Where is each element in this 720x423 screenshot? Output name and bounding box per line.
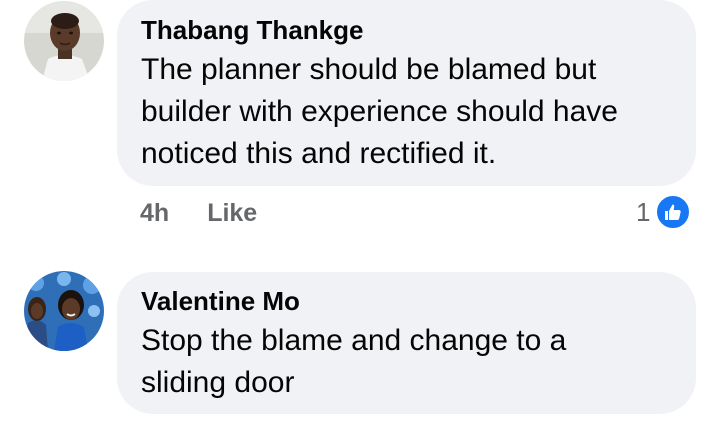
avatar[interactable] — [24, 1, 104, 81]
avatar[interactable] — [24, 271, 104, 351]
reaction-count: 1 — [636, 197, 651, 227]
comment-text: Stop the blame and change to a sliding d… — [141, 324, 567, 399]
avatar-photo — [24, 271, 104, 351]
comment-author[interactable]: Thabang Thankge — [141, 15, 363, 45]
like-button[interactable]: Like — [207, 199, 257, 227]
comment-timestamp[interactable]: 4h — [140, 199, 169, 227]
avatar-photo — [24, 1, 104, 81]
like-thumb-icon — [654, 193, 693, 231]
comment-text: The planner should be blamed but builder… — [141, 53, 618, 170]
comment-bubble: Thabang Thankge The planner should be bl… — [117, 0, 696, 186]
comment-actions: 4h Like — [140, 197, 257, 229]
comment-author[interactable]: Valentine Mo — [141, 286, 300, 316]
comment-bubble: Valentine Mo Stop the blame and change t… — [117, 272, 696, 414]
reaction-summary[interactable]: 1 — [636, 193, 693, 231]
